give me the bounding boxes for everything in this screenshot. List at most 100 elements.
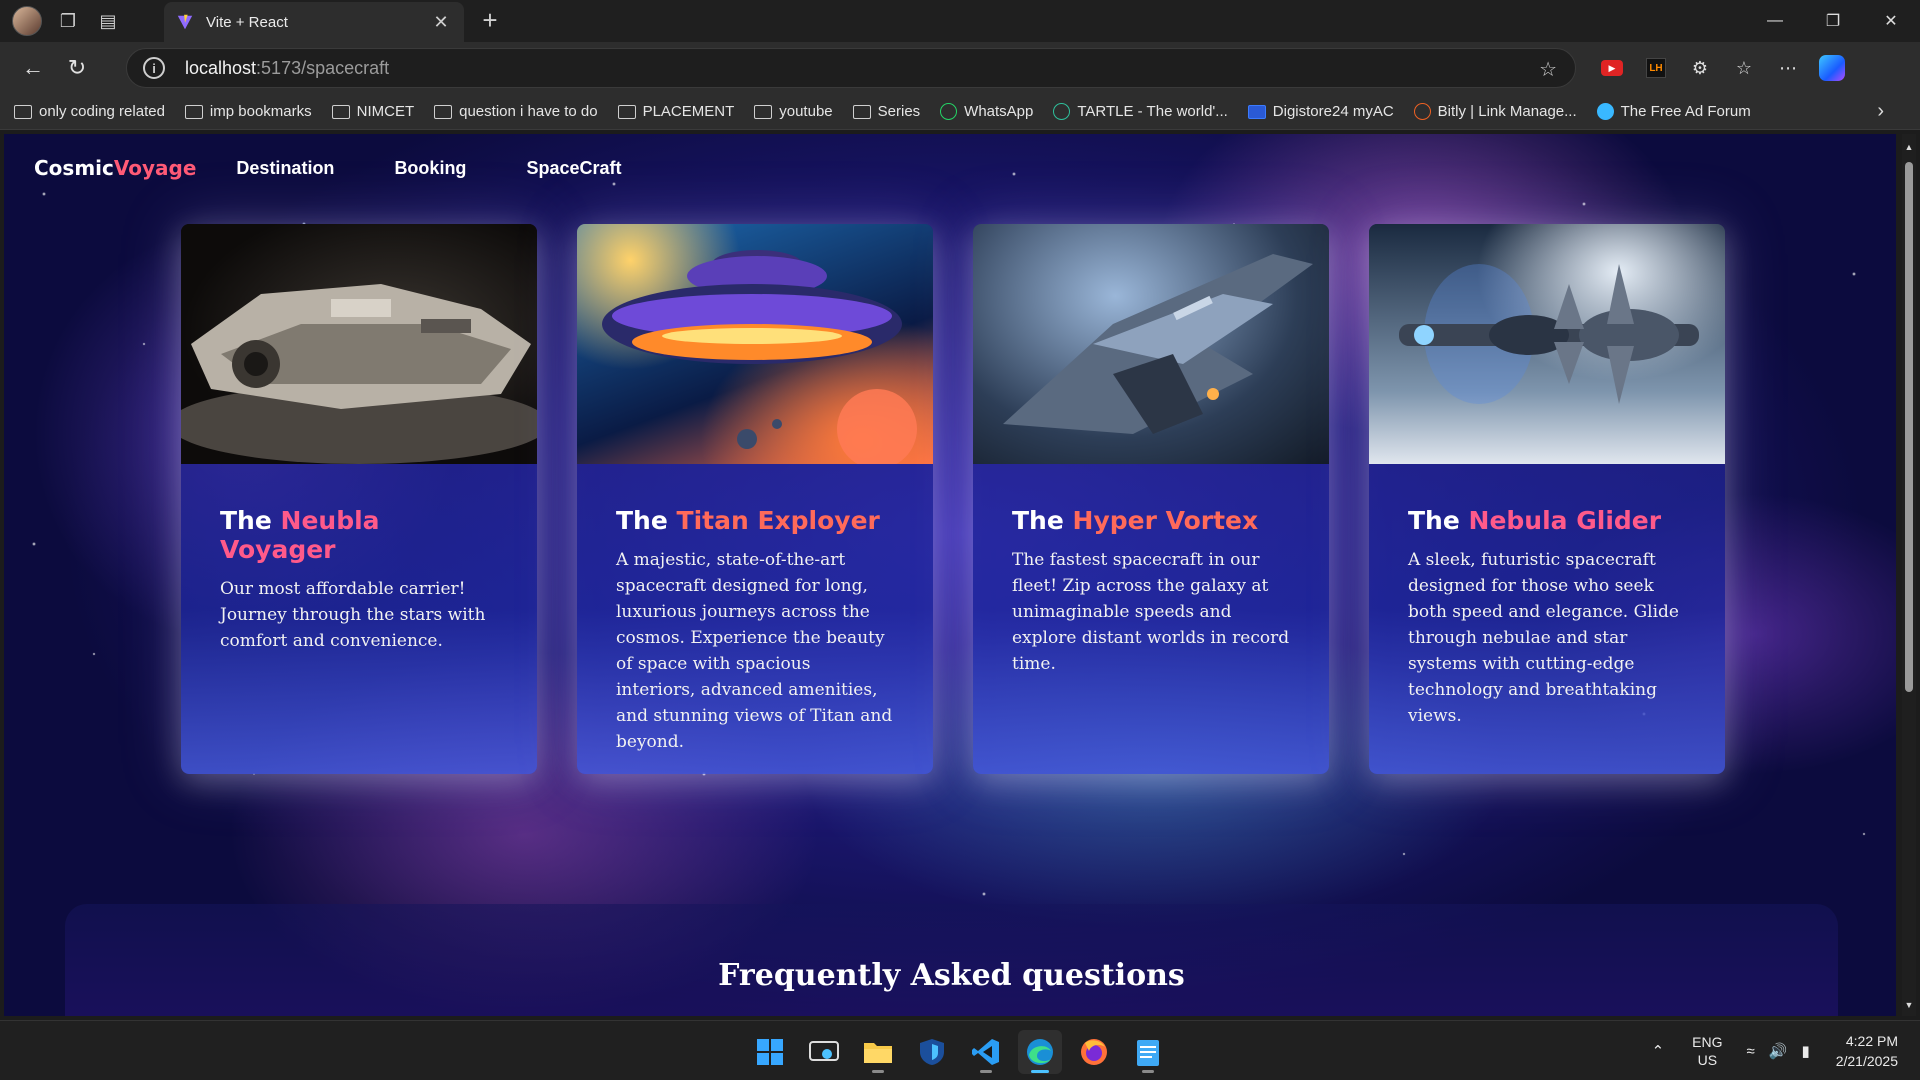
back-button[interactable]: ←: [12, 47, 54, 89]
site-info-icon[interactable]: i: [143, 57, 165, 79]
vite-favicon-icon: [177, 14, 193, 30]
defender-app[interactable]: [910, 1030, 954, 1074]
notepad-icon: [1137, 1040, 1159, 1066]
volume-icon[interactable]: 🔊: [1769, 1042, 1788, 1060]
whatsapp-icon: [940, 103, 958, 120]
start-button[interactable]: [748, 1030, 792, 1074]
vertical-tabs-icon[interactable]: ▤: [88, 0, 128, 42]
bookmark-label: WhatsApp: [964, 103, 1034, 120]
nav-destination[interactable]: Destination: [236, 158, 334, 179]
refresh-button[interactable]: ↻: [56, 47, 98, 89]
address-bar[interactable]: i localhost :5173/spacecraft ☆: [126, 48, 1576, 88]
lh-extension-icon[interactable]: LH: [1634, 42, 1678, 94]
bookmark-item[interactable]: youtube: [754, 103, 833, 120]
saucer-ship-icon: [602, 250, 917, 464]
bookmark-item[interactable]: WhatsApp: [940, 103, 1033, 120]
tab-active[interactable]: Vite + React ✕: [164, 2, 464, 42]
bookmark-item[interactable]: The Free Ad Forum: [1596, 103, 1751, 120]
tartle-icon: [1053, 103, 1071, 120]
folder-icon: [754, 104, 773, 119]
spacecraft-card[interactable]: The Neubla Voyager Our most affordable c…: [181, 224, 537, 774]
notepad-app[interactable]: [1126, 1030, 1170, 1074]
bookmark-item[interactable]: Series: [852, 103, 921, 120]
folder-icon: [184, 104, 203, 119]
bookmark-item[interactable]: TARTLE - The world'...: [1053, 103, 1228, 120]
battery-icon[interactable]: ▮: [1801, 1042, 1809, 1060]
firefox-app[interactable]: [1072, 1030, 1116, 1074]
bookmark-label: question i have to do: [459, 103, 598, 120]
bookmark-item[interactable]: PLACEMENT: [617, 103, 735, 120]
spacecraft-card[interactable]: The Nebula Glider A sleek, futuristic sp…: [1369, 224, 1725, 774]
folder-icon: [331, 104, 350, 119]
wifi-icon[interactable]: ≈: [1747, 1043, 1755, 1060]
bitly-icon: [1413, 103, 1431, 120]
folder-icon: [617, 104, 636, 119]
profile-avatar[interactable]: [12, 6, 42, 36]
scroll-thumb[interactable]: [1905, 162, 1913, 692]
bookmark-item[interactable]: Digistore24 myAC: [1247, 103, 1394, 120]
card-title: The Titan Exployer: [616, 506, 880, 535]
card-description: A sleek, futuristic spacecraft designed …: [1408, 550, 1679, 726]
shield-icon: [920, 1039, 944, 1065]
minimize-button[interactable]: —: [1746, 0, 1804, 42]
close-window-button[interactable]: ✕: [1862, 0, 1920, 42]
favorites-icon[interactable]: ☆: [1722, 42, 1766, 94]
clock[interactable]: 4:22 PM 2/21/2025: [1836, 1031, 1898, 1071]
card-description: Our most affordable carrier! Journey thr…: [220, 579, 486, 651]
new-tab-button[interactable]: +: [474, 6, 506, 36]
tab-title: Vite + React: [206, 13, 288, 31]
nav-booking[interactable]: Booking: [394, 158, 466, 179]
extensions-puzzle-icon[interactable]: ⚙: [1678, 42, 1722, 94]
url-host: localhost: [185, 57, 257, 78]
card-title: The Nebula Glider: [1408, 506, 1662, 535]
bookmark-item[interactable]: NIMCET: [331, 103, 414, 120]
taskbar-apps: [748, 1030, 1170, 1074]
site-logo[interactable]: CosmicVoyage: [34, 156, 196, 180]
bookmark-item[interactable]: question i have to do: [434, 103, 598, 120]
youtube-extension-icon[interactable]: ▶: [1590, 42, 1634, 94]
page-viewport: CosmicVoyage Destination Booking SpaceCr…: [4, 134, 1896, 1016]
folder-app-icon: [864, 1043, 892, 1063]
bookmark-label: Series: [877, 103, 921, 120]
bookmark-item[interactable]: only coding related: [14, 103, 165, 120]
spacecraft-card[interactable]: The Hyper Vortex The fastest spacecraft …: [973, 224, 1329, 774]
scroll-up-icon[interactable]: ▲: [1904, 142, 1914, 152]
bookmark-label: only coding related: [39, 103, 165, 120]
edge-app[interactable]: [1018, 1030, 1062, 1074]
lang-region: US: [1697, 1052, 1718, 1068]
card-description: A majestic, state-of-the-art spacecraft …: [616, 550, 893, 752]
rover-ship-icon: [181, 284, 537, 464]
close-tab-icon[interactable]: ✕: [430, 12, 452, 33]
widgets-app[interactable]: [802, 1030, 846, 1074]
extensions-row: ▶ LH ⚙ ☆ ⋯: [1590, 42, 1854, 94]
digistore-icon: [1247, 104, 1266, 119]
bookmark-item[interactable]: imp bookmarks: [184, 103, 312, 120]
spacecraft-image: [1369, 224, 1725, 464]
chevron-right-icon[interactable]: ›: [1877, 100, 1884, 123]
bookmark-label: Digistore24 myAC: [1272, 103, 1394, 120]
file-explorer-app[interactable]: [856, 1030, 900, 1074]
card-title: The Hyper Vortex: [1012, 506, 1259, 535]
browser-toolbar: ← ↻ i localhost :5173/spacecraft ☆ ▶ LH …: [0, 42, 1920, 94]
nav-spacecraft[interactable]: SpaceCraft: [526, 158, 621, 179]
restore-button[interactable]: ❐: [1804, 0, 1862, 42]
favorite-star-icon[interactable]: ☆: [1539, 57, 1557, 82]
spacecraft-card[interactable]: The Titan Exployer A majestic, state-of-…: [577, 224, 933, 774]
bookmark-item[interactable]: Bitly | Link Manage...: [1413, 103, 1577, 120]
logo-part-cosmic: Cosmic: [34, 156, 114, 180]
faq-section: Frequently Asked questions: [65, 904, 1838, 1016]
edge-browser-icon: [1027, 1039, 1053, 1065]
bookmark-label: PLACEMENT: [642, 103, 735, 120]
folder-icon: [14, 104, 32, 119]
copilot-icon[interactable]: [1810, 42, 1854, 94]
language-indicator[interactable]: ENG US: [1692, 1033, 1722, 1069]
windows-taskbar: ⌃ ENG US ≈ 🔊 ▮ 4:22 PM 2/21/2025: [0, 1020, 1920, 1080]
workspaces-icon[interactable]: ❐: [48, 0, 88, 42]
more-menu-icon[interactable]: ⋯: [1766, 42, 1810, 94]
page-scrollbar[interactable]: ▲ ▼: [1902, 134, 1916, 1016]
show-hidden-icons-chevron-icon[interactable]: ⌃: [1652, 1042, 1665, 1060]
card-description: The fastest spacecraft in our fleet! Zip…: [1012, 550, 1290, 674]
scroll-down-icon[interactable]: ▼: [1904, 1000, 1914, 1010]
vscode-app[interactable]: [964, 1030, 1008, 1074]
system-tray: ⌃ ENG US ≈ 🔊 ▮ 4:22 PM 2/21/2025: [1652, 1021, 1920, 1080]
